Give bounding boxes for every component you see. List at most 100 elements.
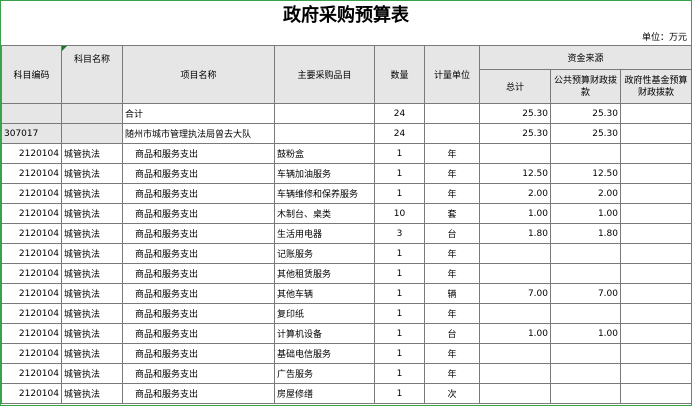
quantity-cell[interactable]: 1	[374, 323, 425, 344]
unit-qty-cell[interactable]: 24	[374, 123, 425, 144]
quantity-cell[interactable]: 1	[374, 243, 425, 264]
code-cell[interactable]: 2120104	[1, 223, 62, 244]
measure-unit-cell[interactable]: 套	[424, 203, 480, 224]
procurement-cell[interactable]: 其他租赁服务	[274, 263, 375, 284]
code-cell[interactable]: 2120104	[1, 303, 62, 324]
procurement-cell[interactable]: 基础电信服务	[274, 343, 375, 364]
unit-proc-cell[interactable]	[274, 123, 375, 144]
item-cell[interactable]: 商品和服务支出	[122, 283, 275, 304]
summary-fund-cell[interactable]	[620, 103, 691, 124]
gov-fund-cell[interactable]	[620, 203, 691, 224]
code-cell[interactable]: 2120104	[1, 263, 62, 284]
subject-cell[interactable]: 城管执法	[61, 203, 123, 224]
gov-fund-cell[interactable]	[620, 343, 691, 364]
gov-fund-cell[interactable]	[620, 363, 691, 384]
quantity-cell[interactable]: 1	[374, 183, 425, 204]
public-budget-cell[interactable]: 2.00	[550, 183, 621, 204]
subject-cell[interactable]: 城管执法	[61, 263, 123, 284]
header-total[interactable]: 总计	[479, 69, 551, 104]
unit-public-cell[interactable]: 25.30	[550, 123, 621, 144]
procurement-cell[interactable]: 广告服务	[274, 363, 375, 384]
total-cell[interactable]	[479, 303, 551, 324]
total-cell[interactable]	[479, 343, 551, 364]
measure-unit-cell[interactable]: 年	[424, 303, 480, 324]
measure-unit-cell[interactable]: 年	[424, 263, 480, 284]
subject-cell[interactable]: 城管执法	[61, 283, 123, 304]
code-cell[interactable]: 2120104	[1, 163, 62, 184]
code-cell[interactable]: 2120104	[1, 323, 62, 344]
measure-unit-cell[interactable]: 年	[424, 363, 480, 384]
procurement-cell[interactable]: 鼓粉盒	[274, 143, 375, 164]
procurement-cell[interactable]: 计算机设备	[274, 323, 375, 344]
gov-fund-cell[interactable]	[620, 303, 691, 324]
summary-public-cell[interactable]: 25.30	[550, 103, 621, 124]
code-cell[interactable]: 2120104	[1, 243, 62, 264]
subject-cell[interactable]: 城管执法	[61, 223, 123, 244]
quantity-cell[interactable]: 1	[374, 263, 425, 284]
item-cell[interactable]: 商品和服务支出	[122, 223, 275, 244]
quantity-cell[interactable]: 1	[374, 383, 425, 404]
public-budget-cell[interactable]	[550, 303, 621, 324]
item-cell[interactable]: 商品和服务支出	[122, 203, 275, 224]
procurement-cell[interactable]: 记账服务	[274, 243, 375, 264]
subject-cell[interactable]: 城管执法	[61, 163, 123, 184]
gov-fund-cell[interactable]	[620, 283, 691, 304]
summary-proc-cell[interactable]	[274, 103, 375, 124]
item-cell[interactable]: 商品和服务支出	[122, 163, 275, 184]
header-gov-fund[interactable]: 政府性基金预算财政拨款	[620, 69, 691, 104]
header-quantity[interactable]: 数量	[374, 45, 425, 104]
code-cell[interactable]: 2120104	[1, 143, 62, 164]
total-cell[interactable]: 1.00	[479, 323, 551, 344]
measure-unit-cell[interactable]: 辆	[424, 283, 480, 304]
measure-unit-cell[interactable]: 次	[424, 383, 480, 404]
public-budget-cell[interactable]: 1.00	[550, 203, 621, 224]
quantity-cell[interactable]: 1	[374, 163, 425, 184]
procurement-cell[interactable]: 车辆维修和保养服务	[274, 183, 375, 204]
gov-fund-cell[interactable]	[620, 223, 691, 244]
total-cell[interactable]: 1.80	[479, 223, 551, 244]
summary-item-cell[interactable]: 合计	[122, 103, 275, 124]
quantity-cell[interactable]: 1	[374, 143, 425, 164]
quantity-cell[interactable]: 1	[374, 363, 425, 384]
public-budget-cell[interactable]: 12.50	[550, 163, 621, 184]
quantity-cell[interactable]: 1	[374, 303, 425, 324]
procurement-cell[interactable]: 其他车辆	[274, 283, 375, 304]
subject-cell[interactable]: 城管执法	[61, 303, 123, 324]
public-budget-cell[interactable]	[550, 263, 621, 284]
procurement-cell[interactable]: 木制台、桌类	[274, 203, 375, 224]
public-budget-cell[interactable]	[550, 383, 621, 404]
measure-unit-cell[interactable]: 年	[424, 163, 480, 184]
header-public-budget[interactable]: 公共预算财政拨款	[550, 69, 621, 104]
total-cell[interactable]: 7.00	[479, 283, 551, 304]
gov-fund-cell[interactable]	[620, 183, 691, 204]
unit-fund-cell[interactable]	[620, 123, 691, 144]
total-cell[interactable]	[479, 363, 551, 384]
header-subject-code[interactable]: 科目编码	[1, 45, 62, 104]
quantity-cell[interactable]: 10	[374, 203, 425, 224]
item-cell[interactable]: 商品和服务支出	[122, 343, 275, 364]
item-cell[interactable]: 商品和服务支出	[122, 323, 275, 344]
procurement-cell[interactable]: 车辆加油服务	[274, 163, 375, 184]
summary-subject-cell[interactable]	[61, 103, 123, 124]
gov-fund-cell[interactable]	[620, 163, 691, 184]
total-cell[interactable]: 12.50	[479, 163, 551, 184]
subject-cell[interactable]: 城管执法	[61, 143, 123, 164]
gov-fund-cell[interactable]	[620, 263, 691, 284]
item-cell[interactable]: 商品和服务支出	[122, 143, 275, 164]
subject-cell[interactable]: 城管执法	[61, 343, 123, 364]
code-cell[interactable]: 2120104	[1, 183, 62, 204]
item-cell[interactable]: 商品和服务支出	[122, 363, 275, 384]
code-cell[interactable]: 2120104	[1, 203, 62, 224]
measure-unit-cell[interactable]: 年	[424, 183, 480, 204]
item-cell[interactable]: 商品和服务支出	[122, 303, 275, 324]
subject-cell[interactable]: 城管执法	[61, 323, 123, 344]
header-procurement[interactable]: 主要采购品目	[274, 45, 375, 104]
summary-unit-cell[interactable]	[424, 103, 480, 124]
quantity-cell[interactable]: 3	[374, 223, 425, 244]
summary-qty-cell[interactable]: 24	[374, 103, 425, 124]
code-cell[interactable]: 2120104	[1, 363, 62, 384]
subject-cell[interactable]: 城管执法	[61, 363, 123, 384]
public-budget-cell[interactable]: 1.80	[550, 223, 621, 244]
quantity-cell[interactable]: 1	[374, 343, 425, 364]
measure-unit-cell[interactable]: 年	[424, 243, 480, 264]
